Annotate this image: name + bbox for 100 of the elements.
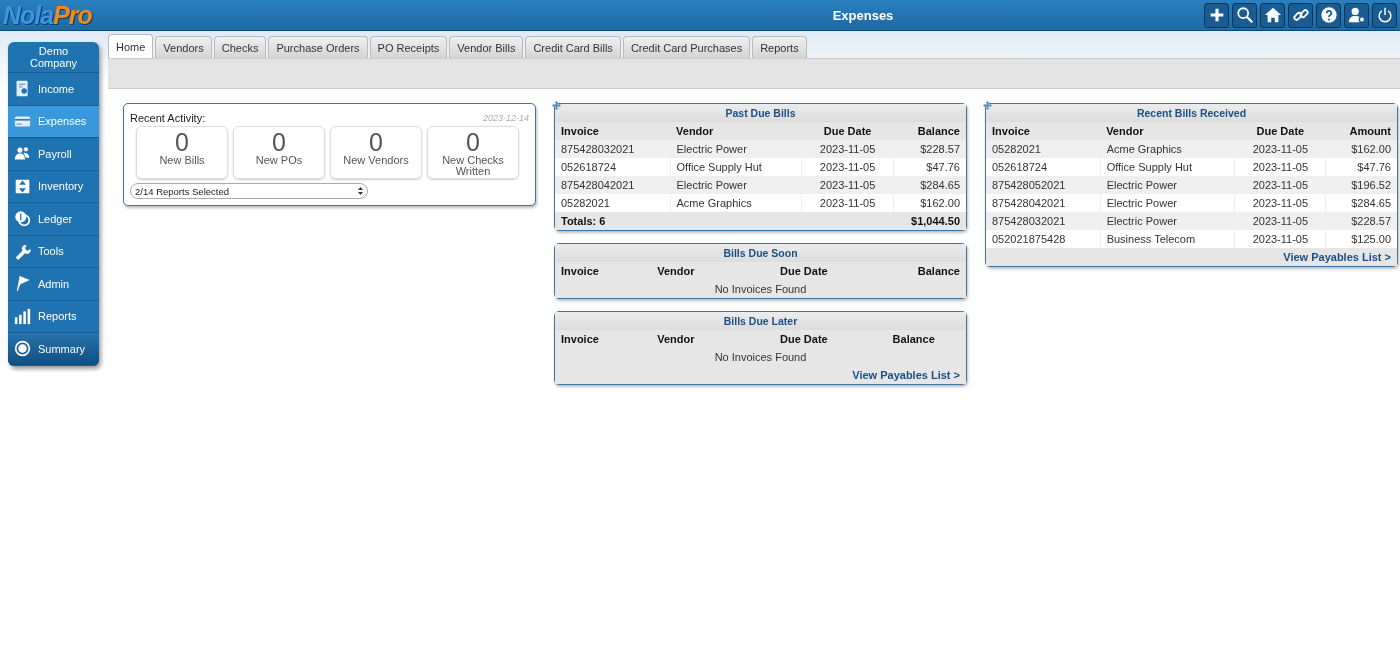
table-cell: 875428042021 (986, 194, 1101, 212)
table-cell: Acme Graphics (1100, 140, 1235, 158)
table-cell: 05282021 (555, 194, 671, 212)
panel-title: Bills Due Later (555, 312, 966, 330)
search-button[interactable] (1232, 2, 1257, 28)
table-cell: $162.00 (893, 194, 966, 212)
panel-title: Recent Bills Received (986, 104, 1397, 122)
invoice-icon (14, 80, 31, 98)
payables-link[interactable]: View Payables List > (852, 369, 960, 381)
table-cell: 875428032021 (555, 140, 671, 158)
empty-message: No Invoices Found (555, 348, 966, 366)
column-header: Vendor (651, 262, 747, 280)
table-cell: Electric Power (670, 140, 802, 158)
stat-value: 0 (175, 129, 189, 155)
tab[interactable]: Home (108, 34, 154, 58)
help-button[interactable] (1316, 2, 1341, 28)
table-cell: 05282021 (986, 140, 1101, 158)
sidebar-item[interactable]: Tools (8, 235, 99, 268)
stat-label: New Bills (158, 155, 206, 166)
column-header: Balance (861, 262, 966, 280)
sidebar-item[interactable]: Payroll (8, 138, 99, 171)
bar-chart-icon (14, 307, 31, 325)
coins-icon (14, 210, 31, 228)
panel-title: Past Due Bills (555, 104, 966, 122)
table-cell: $228.57 (1325, 212, 1397, 230)
add-button[interactable] (1204, 2, 1229, 28)
totals-label: Totals: 6 (561, 215, 606, 227)
tab[interactable]: PO Receipts (369, 36, 448, 58)
table-cell: 2023-11-05 (1234, 194, 1326, 212)
stat-tile[interactable]: 0 New Bills (136, 126, 228, 179)
table-cell: Office Supply Hut (1100, 158, 1235, 176)
table-cell: 2023-11-05 (1234, 212, 1326, 230)
flag-icon (14, 275, 31, 293)
totals-amount: $1,044.50 (911, 215, 960, 227)
table-cell: 2023-11-05 (801, 140, 894, 158)
stat-tile[interactable]: 0 New Checks Written (427, 126, 519, 179)
sidebar-item[interactable]: Ledger (8, 203, 99, 236)
stat-label: New POs (254, 155, 304, 166)
table-cell: Electric Power (1100, 212, 1235, 230)
table-cell: $125.00 (1325, 230, 1397, 248)
column-header: Vendor (670, 122, 802, 140)
column-header: Due Date (746, 330, 862, 348)
table-cell: 052618724 (555, 158, 671, 176)
sidebar-item[interactable]: Inventory (8, 170, 99, 203)
column-header: Vendor (651, 330, 747, 348)
link-icon (1291, 6, 1310, 24)
column-header: Amount (1325, 122, 1397, 140)
sidebar-item[interactable]: Admin (8, 268, 99, 301)
tab[interactable]: Vendors (155, 36, 212, 58)
box-icon (14, 177, 31, 195)
tab[interactable]: Credit Card Bills (525, 36, 621, 58)
search-icon (1235, 6, 1254, 24)
stat-label: New Checks Written (441, 155, 505, 177)
table-cell: 2023-11-05 (801, 176, 894, 194)
help-icon (1319, 6, 1338, 24)
link-button[interactable] (1288, 2, 1313, 28)
company-name: Demo Company (8, 42, 99, 73)
panel-title: Bills Due Soon (555, 244, 966, 262)
logo: NolaPro (3, 0, 93, 30)
home-button[interactable] (1260, 2, 1285, 28)
column-header: Invoice (555, 330, 652, 348)
table-cell: 2023-11-05 (1234, 158, 1326, 176)
stat-tile[interactable]: 0 New POs (233, 126, 325, 179)
stat-label: New Vendors (342, 155, 410, 166)
stat-value: 0 (466, 129, 480, 155)
power-button[interactable] (1372, 2, 1397, 28)
table-cell: 2023-11-05 (801, 194, 894, 212)
column-header: Vendor (1100, 122, 1235, 140)
column-header: Invoice (555, 122, 671, 140)
user-settings-button[interactable] (1344, 2, 1369, 28)
user-settings-icon (1347, 6, 1366, 24)
stat-value: 0 (369, 129, 383, 155)
stat-tile[interactable]: 0 New Vendors (330, 126, 422, 179)
column-header: Invoice (555, 262, 652, 280)
updown-icon (358, 187, 363, 195)
payables-link[interactable]: View Payables List > (1283, 251, 1391, 263)
table-cell: $162.00 (1325, 140, 1397, 158)
column-header: Invoice (986, 122, 1101, 140)
column-header: Due Date (801, 122, 894, 140)
table-cell: 052021875428 (986, 230, 1101, 248)
tab[interactable]: Vendor Bills (449, 36, 524, 58)
table-cell: Business Telecom (1100, 230, 1235, 248)
table-cell: $196.52 (1325, 176, 1397, 194)
empty-message: No Invoices Found (555, 280, 966, 298)
target-icon (14, 340, 31, 358)
tab[interactable]: Reports (752, 36, 807, 58)
summary-button[interactable]: Summary (8, 333, 99, 366)
table-cell: 2023-11-05 (801, 158, 894, 176)
stat-value: 0 (272, 129, 286, 155)
table-cell: Acme Graphics (670, 194, 802, 212)
table-cell: 875428032021 (986, 212, 1101, 230)
table-cell: 875428042021 (555, 176, 671, 194)
tab[interactable]: Credit Card Purchases (622, 36, 751, 58)
column-header: Balance (861, 330, 966, 348)
sidebar-item[interactable]: Income (8, 73, 99, 106)
tab[interactable]: Checks (213, 36, 267, 58)
card-title: Recent Activity: (130, 112, 206, 124)
table-cell: 875428052021 (986, 176, 1101, 194)
column-header: Due Date (1234, 122, 1326, 140)
tab[interactable]: Purchase Orders (268, 36, 368, 58)
